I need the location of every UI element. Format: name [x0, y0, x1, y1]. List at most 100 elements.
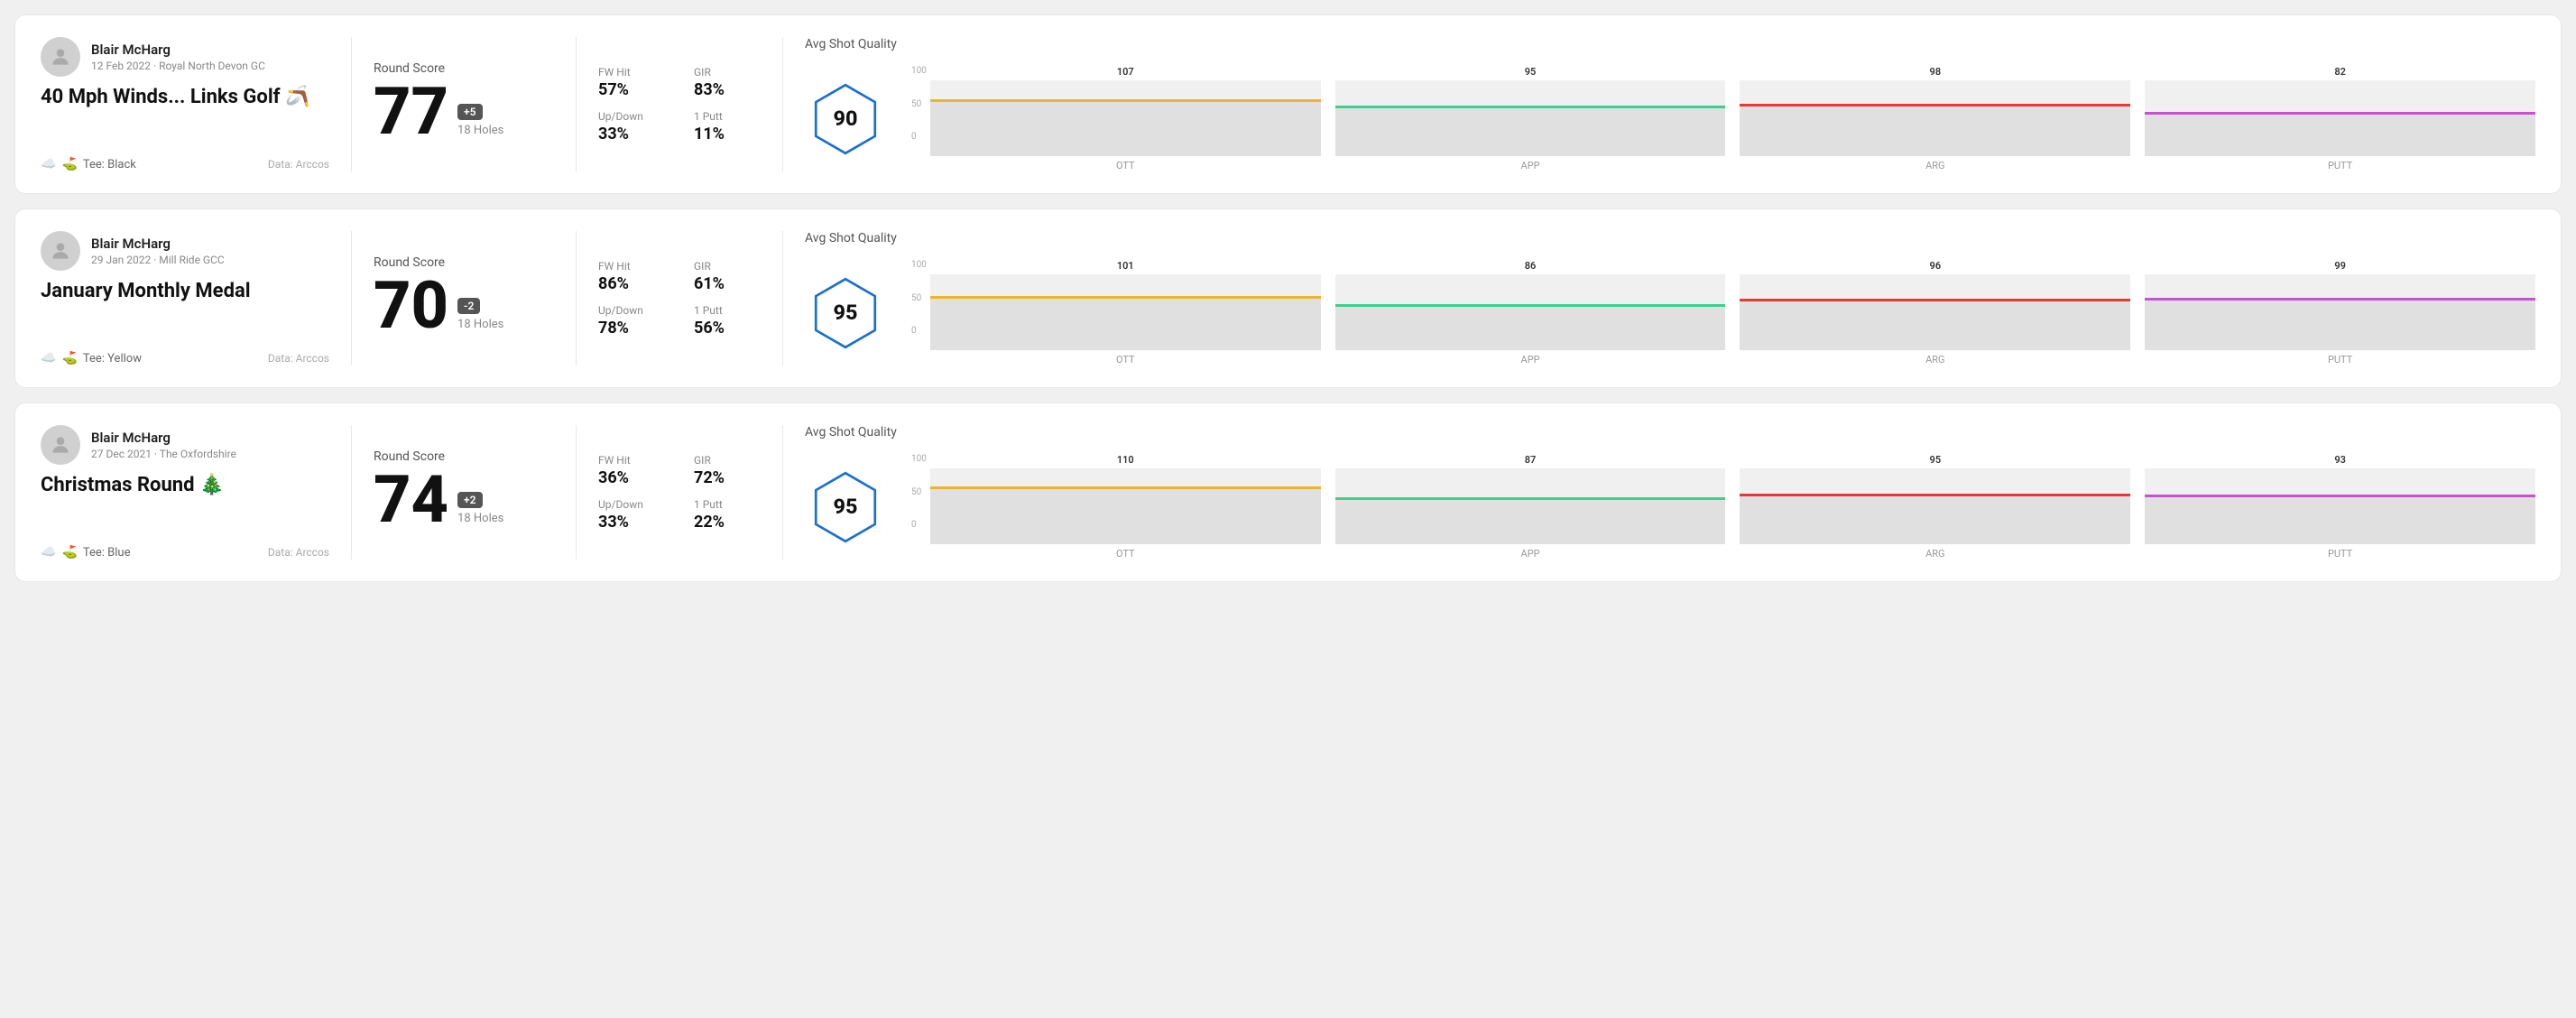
score-section-3: Round Score 74 +2 18 Holes [374, 425, 554, 560]
weather-icon-2: ☁️ [41, 351, 56, 366]
score-row-2: 70 -2 18 Holes [374, 273, 554, 338]
gir-label-3: GIR [694, 454, 761, 467]
score-number-1: 77 [374, 79, 448, 144]
tee-info-1: ☁️ ⛳ Tee: Black [41, 157, 136, 171]
updown-value-2: 78% [598, 319, 665, 338]
divider2-3 [576, 425, 577, 560]
stat-row-bot-1: Up/Down 33% 1 Putt 11% [598, 110, 761, 143]
updown-value-3: 33% [598, 513, 665, 532]
tee-label-1: Tee: Black [83, 158, 136, 171]
tee-info-2: ☁️ ⛳ Tee: Yellow [41, 351, 142, 366]
data-source-1: Data: Arccos [268, 158, 329, 171]
fw-hit-label-3: FW Hit [598, 454, 665, 467]
svg-text:95: 95 [834, 300, 858, 325]
fw-hit-label-2: FW Hit [598, 260, 665, 273]
updown-value-1: 33% [598, 125, 665, 143]
oneputt-value-3: 22% [694, 513, 761, 532]
tee-info-3: ☁️ ⛳ Tee: Blue [41, 545, 130, 560]
oneputt-value-2: 56% [694, 319, 761, 338]
quality-section-1: Avg Shot Quality 90 100500 107 OTT [805, 37, 2535, 171]
user-info-1: Blair McHarg 12 Feb 2022 · Royal North D… [41, 37, 329, 77]
divider1-3 [351, 425, 352, 560]
divider3-1 [782, 37, 783, 171]
stats-section-1: FW Hit 57% GIR 83% Up/Down 33% 1 Putt 11… [598, 37, 761, 171]
gir-2: GIR 61% [694, 260, 761, 293]
score-number-2: 70 [374, 273, 448, 338]
updown-3: Up/Down 33% [598, 498, 665, 532]
stats-section-3: FW Hit 36% GIR 72% Up/Down 33% 1 Putt 22… [598, 425, 761, 560]
score-badge-2: -2 18 Holes [457, 298, 503, 338]
fw-hit-value-1: 57% [598, 80, 665, 99]
updown-label-2: Up/Down [598, 304, 665, 317]
score-diff-badge-2: -2 [457, 298, 480, 314]
user-date-3: 27 Dec 2021 · The Oxfordshire [91, 448, 236, 460]
round-card-2: Blair McHarg 29 Jan 2022 · Mill Ride GCC… [14, 208, 2562, 388]
bar-chart-3: 100500 110 OTT 87 APP 95 [911, 454, 2535, 560]
fw-hit-2: FW Hit 86% [598, 260, 665, 293]
holes-text-2: 18 Holes [457, 318, 503, 331]
updown-label-3: Up/Down [598, 498, 665, 511]
gir-label-1: GIR [694, 66, 761, 79]
weather-icon-1: ☁️ [41, 157, 56, 171]
holes-text-1: 18 Holes [457, 124, 503, 137]
bottom-meta-3: ☁️ ⛳ Tee: Blue Data: Arccos [41, 545, 329, 560]
score-section-1: Round Score 77 +5 18 Holes [374, 37, 554, 171]
divider1-1 [351, 37, 352, 171]
stat-row-bot-2: Up/Down 78% 1 Putt 56% [598, 304, 761, 338]
stat-row-top-2: FW Hit 86% GIR 61% [598, 260, 761, 293]
quality-title-2: Avg Shot Quality [805, 231, 897, 245]
data-source-3: Data: Arccos [268, 546, 329, 559]
fw-hit-value-3: 36% [598, 468, 665, 487]
bottom-meta-2: ☁️ ⛳ Tee: Yellow Data: Arccos [41, 351, 329, 366]
avatar-1 [41, 37, 80, 77]
gir-value-1: 83% [694, 80, 761, 99]
fw-hit-1: FW Hit 57% [598, 66, 665, 99]
score-diff-badge-1: +5 [457, 104, 482, 120]
stat-row-bot-3: Up/Down 33% 1 Putt 22% [598, 498, 761, 532]
round-title-2: January Monthly Medal [41, 280, 329, 302]
quality-hexagon-3: 95 [805, 467, 886, 548]
gir-value-2: 61% [694, 274, 761, 293]
avatar-3 [41, 425, 80, 465]
user-name-3: Blair McHarg [91, 430, 236, 446]
gir-value-3: 72% [694, 468, 761, 487]
avatar-2 [41, 231, 80, 271]
quality-hexagon-1: 90 [805, 79, 886, 160]
fw-hit-value-2: 86% [598, 274, 665, 293]
user-name-1: Blair McHarg [91, 42, 265, 58]
updown-1: Up/Down 33% [598, 110, 665, 143]
round-left-1: Blair McHarg 12 Feb 2022 · Royal North D… [41, 37, 329, 171]
divider2-2 [576, 231, 577, 366]
score-row-3: 74 +2 18 Holes [374, 467, 554, 532]
holes-text-3: 18 Holes [457, 512, 503, 525]
stat-row-top-3: FW Hit 36% GIR 72% [598, 454, 761, 487]
golf-icon-1: ⛳ [61, 157, 77, 171]
divider2-1 [576, 37, 577, 171]
gir-3: GIR 72% [694, 454, 761, 487]
user-date-1: 12 Feb 2022 · Royal North Devon GC [91, 60, 265, 72]
score-diff-badge-3: +2 [457, 492, 482, 508]
quality-hexagon-2: 95 [805, 273, 886, 354]
round-card-1: Blair McHarg 12 Feb 2022 · Royal North D… [14, 14, 2562, 194]
divider3-2 [782, 231, 783, 366]
score-row-1: 77 +5 18 Holes [374, 79, 554, 144]
oneputt-label-1: 1 Putt [694, 110, 761, 123]
updown-2: Up/Down 78% [598, 304, 665, 338]
bottom-meta-1: ☁️ ⛳ Tee: Black Data: Arccos [41, 157, 329, 171]
updown-label-1: Up/Down [598, 110, 665, 123]
divider3-3 [782, 425, 783, 560]
round-title-1: 40 Mph Winds... Links Golf 🪃 [41, 86, 329, 108]
quality-title-3: Avg Shot Quality [805, 425, 897, 440]
score-badge-1: +5 18 Holes [457, 104, 503, 144]
divider1-2 [351, 231, 352, 366]
quality-section-3: Avg Shot Quality 95 100500 110 OTT [805, 425, 2535, 560]
oneputt-2: 1 Putt 56% [694, 304, 761, 338]
quality-section-2: Avg Shot Quality 95 100500 101 OTT [805, 231, 2535, 366]
fw-hit-label-1: FW Hit [598, 66, 665, 79]
gir-label-2: GIR [694, 260, 761, 273]
user-date-2: 29 Jan 2022 · Mill Ride GCC [91, 254, 225, 266]
golf-icon-3: ⛳ [61, 545, 77, 560]
quality-title-1: Avg Shot Quality [805, 37, 897, 51]
user-info-2: Blair McHarg 29 Jan 2022 · Mill Ride GCC [41, 231, 329, 271]
weather-icon-3: ☁️ [41, 545, 56, 560]
